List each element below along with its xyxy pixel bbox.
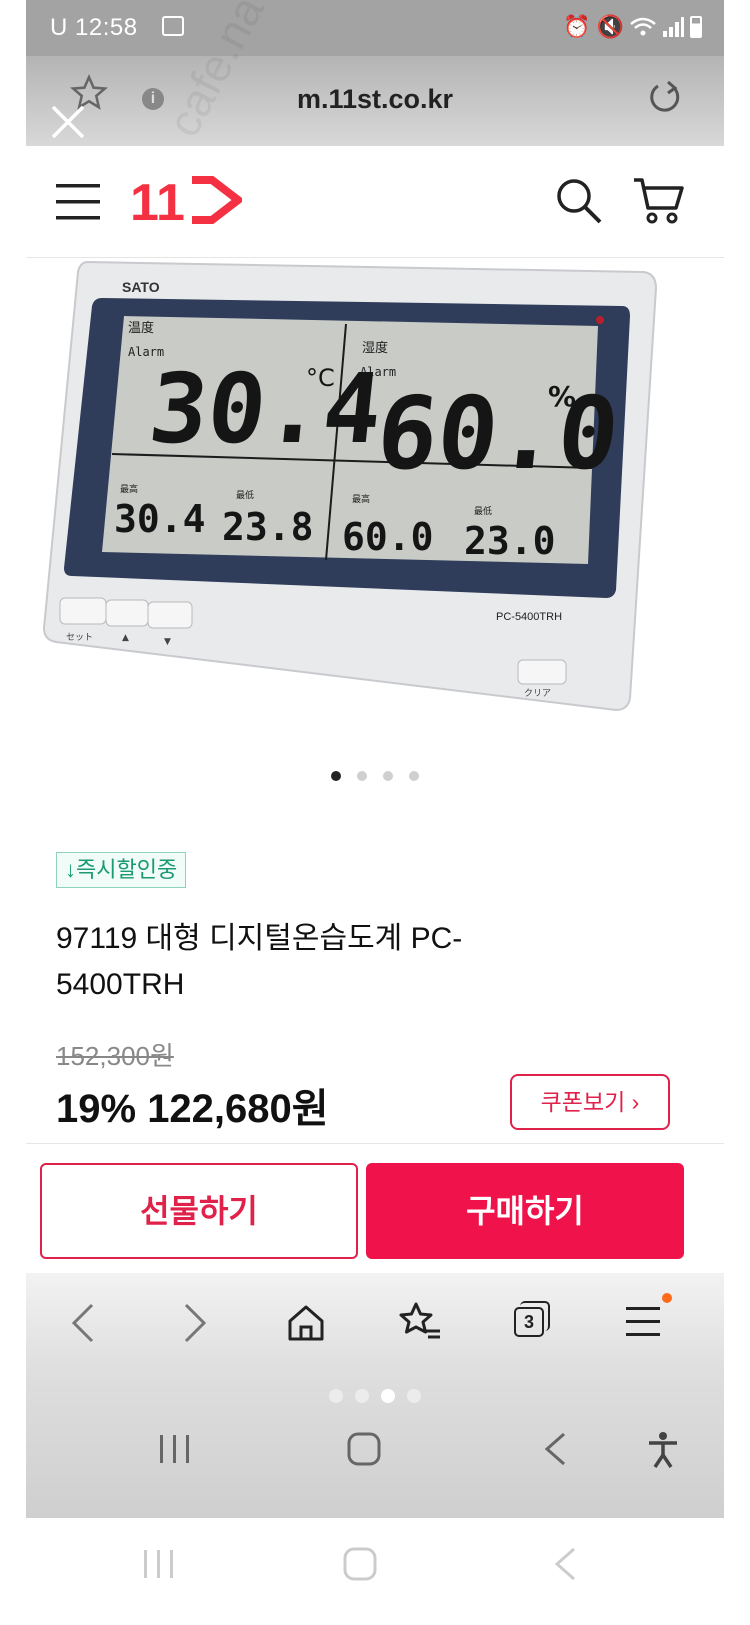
system-navigation-bar	[26, 1373, 724, 1518]
lcd-humid-value: 60.0	[371, 375, 624, 492]
purchase-actions: 선물하기 구매하기	[26, 1143, 724, 1273]
signal-icon	[663, 17, 684, 37]
device-brand: SATO	[122, 279, 160, 295]
alarm-icon: ⏰	[563, 14, 591, 39]
page-dot	[381, 1389, 395, 1403]
page-dot	[407, 1389, 421, 1403]
lcd-humid-min: 23.0	[464, 519, 556, 563]
lcd-temp-max: 30.4	[114, 497, 206, 541]
status-time: U 12:58	[50, 14, 138, 41]
browser-menu-icon[interactable]	[626, 1305, 660, 1339]
menu-notification-dot	[662, 1293, 672, 1303]
search-icon[interactable]	[554, 176, 604, 226]
device-btn-set: セット	[66, 632, 93, 643]
buy-button[interactable]: 구매하기	[366, 1163, 684, 1259]
outer-back-icon[interactable]	[552, 1546, 578, 1582]
carousel-dot[interactable]	[331, 771, 341, 781]
tabs-button[interactable]: 3	[514, 1307, 544, 1337]
lcd-temp-min-label: 最低	[236, 489, 254, 501]
sale-price: 122,680원	[147, 1087, 329, 1131]
lcd-humid-min-label: 最低	[474, 505, 492, 517]
outer-navigation-bar	[0, 1518, 750, 1625]
lcd-temp-unit: °C	[306, 364, 335, 392]
reload-icon[interactable]	[644, 78, 684, 118]
lcd-temp-max-label: 最高	[120, 483, 138, 495]
forward-icon[interactable]	[180, 1301, 210, 1345]
discount-rate: 19%	[56, 1087, 137, 1131]
browser-url-bar: i m.11st.co.kr	[26, 56, 724, 146]
carousel-dot[interactable]	[409, 771, 419, 781]
instant-discount-badge: ↓즉시할인중	[56, 852, 187, 888]
lcd-humid-max: 60.0	[342, 515, 434, 559]
url-text[interactable]: m.11st.co.kr	[26, 84, 724, 115]
status-bar: U 12:58 ⏰ 🔇	[26, 0, 724, 56]
page-dot	[355, 1389, 369, 1403]
lcd-temp-label: 温度	[128, 320, 154, 336]
system-back-icon[interactable]	[542, 1431, 568, 1467]
sale-price-line: 19% 122,680원	[56, 1076, 329, 1134]
phone-screen: U 12:58 ⏰ 🔇 i m.11st.co.kr 11 SATO 温度 Al…	[26, 0, 724, 1518]
carousel-dot[interactable]	[357, 771, 367, 781]
cart-icon[interactable]	[632, 176, 684, 226]
back-icon[interactable]	[68, 1301, 98, 1345]
carousel-dot[interactable]	[383, 771, 393, 781]
lcd-temp-value: 30.4	[144, 353, 387, 465]
lcd-temp-min: 23.8	[222, 505, 314, 549]
product-title: 97119 대형 디지털온습도계 PC-5400TRH	[56, 922, 463, 1001]
browser-bottom-toolbar: 3	[26, 1273, 724, 1373]
lcd-humid-max-label: 最高	[352, 493, 370, 505]
device-btn-up: ▲	[122, 633, 129, 643]
toolbar-page-dots	[26, 1389, 724, 1408]
status-icons: ⏰ 🔇	[563, 14, 702, 40]
outer-recent-apps-icon[interactable]	[142, 1546, 176, 1582]
wifi-icon	[630, 17, 656, 36]
accessibility-icon[interactable]	[646, 1431, 680, 1469]
image-carousel-dots[interactable]	[26, 768, 724, 786]
lcd-humid-unit: %	[548, 380, 576, 413]
battery-icon	[690, 16, 702, 38]
logo-text: 11	[130, 174, 185, 226]
system-home-icon[interactable]	[346, 1431, 382, 1467]
outer-home-icon[interactable]	[342, 1546, 378, 1582]
hamburger-menu-icon[interactable]	[56, 182, 100, 222]
recent-apps-icon[interactable]	[158, 1431, 192, 1467]
mute-icon: 🔇	[596, 14, 624, 39]
bookmarks-icon[interactable]	[398, 1301, 442, 1343]
original-price: 152,300원	[56, 1041, 174, 1071]
device-btn-down: ▼	[164, 637, 171, 647]
home-icon[interactable]	[286, 1303, 326, 1343]
site-logo[interactable]: 11	[130, 174, 245, 232]
page-dot	[329, 1389, 343, 1403]
coupon-button[interactable]: 쿠폰보기 ›	[510, 1074, 670, 1130]
product-image[interactable]: SATO 温度 Alarm 湿度 Alarm 30.4 °C 60.0 % 最高…	[26, 258, 724, 748]
gift-button[interactable]: 선물하기	[40, 1163, 358, 1259]
device-btn-clear: クリア	[524, 688, 551, 699]
gallery-notification-icon	[162, 16, 184, 36]
device-model: PC-5400TRH	[496, 611, 562, 623]
site-header: 11	[26, 146, 724, 258]
